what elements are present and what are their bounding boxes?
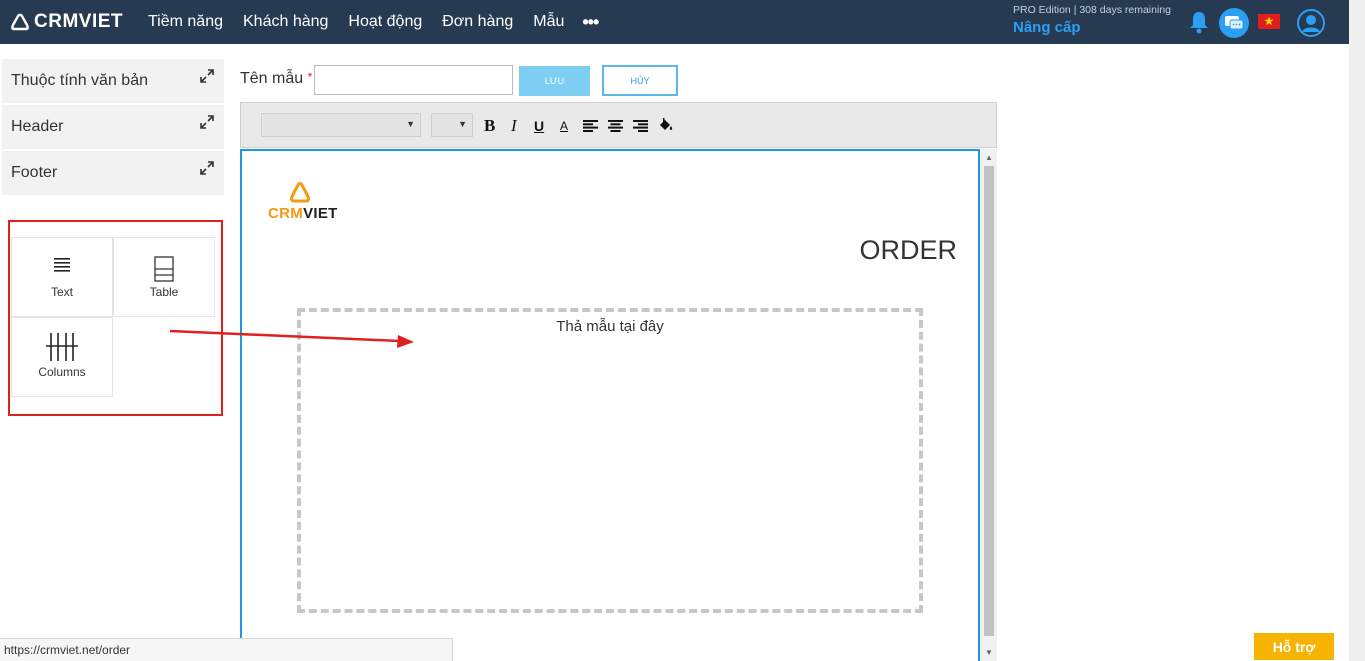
document-logo-icon (290, 182, 310, 203)
save-button[interactable]: LƯU (519, 66, 590, 96)
underline-button[interactable]: U (534, 117, 544, 135)
widget-text[interactable]: Text (11, 237, 113, 317)
crmviet-logo-icon (11, 13, 29, 31)
align-left-icon[interactable] (583, 120, 598, 132)
nav-tiem-nang[interactable]: Tiềm năng (148, 13, 223, 31)
status-url: https://crmviet.net/order (4, 643, 131, 657)
template-name-label-text: Tên mẫu (240, 70, 304, 87)
panel-item-header[interactable]: Header (2, 105, 224, 151)
editor-scrollbar[interactable]: ▲ ▼ (981, 149, 997, 661)
document-logo-text: CRMVIET (268, 205, 338, 222)
template-name-label: Tên mẫu * (240, 70, 312, 88)
main-nav: Tiềm năng Khách hàng Hoạt động Đơn hàng … (148, 0, 599, 44)
logo-text-viet: VIET (303, 205, 338, 222)
align-right-icon[interactable] (633, 120, 648, 132)
nav-more-button[interactable]: ••• (582, 12, 599, 33)
vietnam-flag-icon[interactable] (1258, 14, 1280, 29)
bell-icon[interactable] (1188, 10, 1210, 34)
font-size-select[interactable]: ▼ (431, 113, 473, 137)
nav-don-hang[interactable]: Đơn hàng (442, 13, 513, 31)
nav-hoat-dong[interactable]: Hoạt động (348, 13, 422, 31)
scroll-down-icon[interactable]: ▼ (985, 648, 993, 657)
panel-item-label: Thuộc tính văn bản (11, 72, 148, 89)
caret-down-icon: ▼ (406, 119, 415, 129)
required-mark: * (307, 70, 313, 84)
page-scrollbar[interactable] (1349, 0, 1365, 661)
browser-status-bar: https://crmviet.net/order (0, 638, 453, 661)
nav-khach-hang[interactable]: Khách hàng (243, 13, 328, 31)
scroll-thumb[interactable] (984, 166, 994, 636)
bold-button[interactable]: B (484, 117, 495, 135)
widget-columns[interactable]: Columns (11, 317, 113, 397)
table-icon (114, 256, 214, 282)
panel-item-text-properties[interactable]: Thuộc tính văn bản (2, 59, 224, 105)
help-button[interactable]: Hỗ trợ (1254, 633, 1334, 660)
caret-down-icon: ▼ (458, 119, 467, 129)
columns-icon (12, 332, 112, 362)
expand-icon[interactable] (200, 161, 214, 175)
widget-table[interactable]: Table (113, 237, 215, 317)
nav-mau[interactable]: Mẫu (533, 13, 564, 31)
editor-toolbar: ▼ ▼ B I U A (240, 102, 997, 148)
widget-label: Table (149, 285, 179, 299)
brand-logo[interactable]: CRMVIET (10, 9, 123, 35)
font-family-select[interactable]: ▼ (261, 113, 421, 137)
template-name-input[interactable] (314, 65, 513, 95)
panel-item-label: Footer (11, 164, 58, 181)
widget-label: Columns (38, 365, 86, 379)
edition-info: PRO Edition | 308 days remaining (1013, 4, 1171, 16)
top-navbar: CRMVIET Tiềm năng Khách hàng Hoạt động Đ… (0, 0, 1349, 44)
align-center-icon[interactable] (608, 120, 623, 132)
template-drop-zone[interactable]: Thả mẫu tại đây (297, 308, 923, 613)
expand-icon[interactable] (200, 115, 214, 129)
expand-icon[interactable] (200, 69, 214, 83)
upgrade-link[interactable]: Nâng cấp (1013, 19, 1081, 36)
chat-icon[interactable] (1219, 8, 1249, 38)
document-title[interactable]: ORDER (780, 235, 957, 266)
panel-item-footer[interactable]: Footer (2, 151, 224, 197)
cancel-button[interactable]: HỦY (602, 65, 678, 96)
text-lines-icon (12, 256, 112, 272)
drop-placeholder: Thả mẫu tại đây (556, 318, 664, 335)
user-avatar-icon[interactable] (1297, 9, 1325, 37)
brand-name: CRMVIET (34, 11, 123, 32)
logo-text-crm: CRM (268, 205, 304, 222)
widget-label: Text (50, 285, 73, 299)
panel-item-label: Header (11, 118, 64, 135)
paint-bucket-icon[interactable] (658, 118, 674, 133)
italic-button[interactable]: I (511, 117, 517, 135)
scroll-up-icon[interactable]: ▲ (985, 153, 993, 162)
font-color-button[interactable]: A (560, 117, 568, 135)
